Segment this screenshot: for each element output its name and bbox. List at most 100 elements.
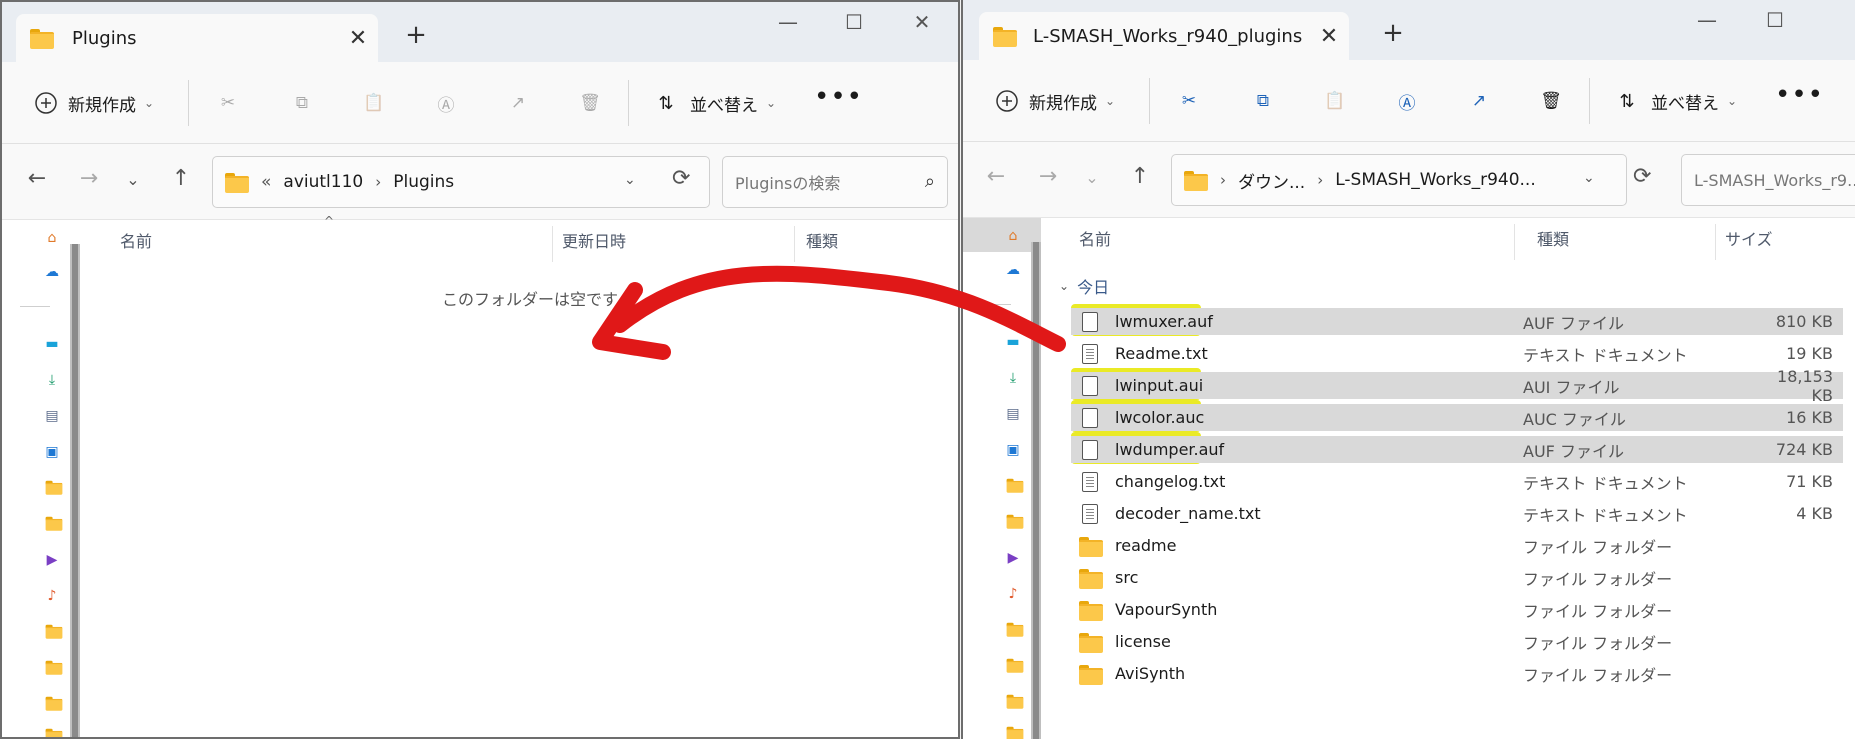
folder-icon[interactable] <box>1003 512 1024 532</box>
file-row[interactable]: lwdumper.auf AUF ファイル 724 KB <box>1071 436 1843 463</box>
column-header-type[interactable]: 種類 <box>806 220 946 260</box>
share-button[interactable]: ↗ <box>504 86 532 120</box>
address-bar[interactable]: › ダウン... › L-SMASH_Works_r940... <box>1171 154 1627 206</box>
onedrive-icon[interactable]: ☁ <box>42 262 62 282</box>
music-icon[interactable]: ♪ <box>42 586 62 606</box>
forward-button[interactable]: → <box>1031 164 1065 189</box>
column-header-size[interactable]: サイズ <box>1725 218 1845 258</box>
minimize-button[interactable]: — <box>760 10 816 34</box>
column-header-type[interactable]: 種類 <box>1537 218 1697 258</box>
column-divider[interactable] <box>1514 224 1515 260</box>
file-row[interactable]: src ファイル フォルダー <box>1071 564 1843 591</box>
downloads-icon[interactable]: ⤓ <box>1003 368 1023 388</box>
group-header-today[interactable]: ⌄ 今日 <box>1059 274 1109 298</box>
folder-icon[interactable] <box>42 694 63 714</box>
copy-button[interactable]: ⧉ <box>288 86 316 120</box>
breadcrumb-overflow[interactable]: « <box>261 172 271 192</box>
folder-icon[interactable] <box>42 478 63 498</box>
minimize-button[interactable]: — <box>1679 8 1735 32</box>
home-icon[interactable]: ⌂ <box>1003 226 1023 246</box>
sort-button[interactable]: ⇅ 並べ替え ⌄ <box>1613 84 1737 118</box>
maximize-button[interactable]: ☐ <box>1747 8 1803 32</box>
forward-button[interactable]: → <box>72 166 106 191</box>
recent-locations-button[interactable]: ⌄ <box>1075 168 1109 187</box>
column-divider[interactable] <box>794 226 795 262</box>
tab-plugins[interactable]: Plugins ✕ <box>16 14 378 62</box>
back-button[interactable]: ← <box>20 166 54 191</box>
tab-lsmash-works[interactable]: L-SMASH_Works_r940_plugins ✕ <box>979 12 1349 60</box>
more-options-button[interactable]: ••• <box>1775 78 1824 112</box>
navigation-scrollbar[interactable] <box>1031 242 1041 739</box>
refresh-button[interactable]: ⟳ <box>1633 164 1651 189</box>
new-button[interactable]: 新規作成 ⌄ <box>993 84 1115 118</box>
navigation-scrollbar[interactable] <box>70 244 80 737</box>
folder-icon[interactable] <box>42 658 63 678</box>
downloads-icon[interactable]: ⤓ <box>42 370 62 390</box>
file-row[interactable]: changelog.txt テキスト ドキュメント 71 KB <box>1071 468 1843 495</box>
folder-icon[interactable] <box>42 622 63 642</box>
close-window-button[interactable]: ✕ <box>894 10 950 34</box>
file-row[interactable]: Readme.txt テキスト ドキュメント 19 KB <box>1071 340 1843 367</box>
copy-button[interactable]: ⧉ <box>1249 84 1277 118</box>
folder-icon[interactable] <box>42 514 63 534</box>
close-tab-icon[interactable]: ✕ <box>338 26 378 51</box>
music-icon[interactable]: ♪ <box>1003 584 1023 604</box>
pictures-icon[interactable]: ▣ <box>1003 440 1023 460</box>
home-icon[interactable]: ⌂ <box>42 228 62 248</box>
delete-button[interactable]: 🗑 <box>1537 84 1565 118</box>
refresh-button[interactable]: ⟳ <box>672 166 690 191</box>
folder-icon[interactable] <box>1003 692 1024 712</box>
sort-button[interactable]: ⇅ 並べ替え ⌄ <box>652 86 776 120</box>
file-row[interactable]: decoder_name.txt テキスト ドキュメント 4 KB <box>1071 500 1843 527</box>
videos-icon[interactable]: ▶ <box>1003 548 1023 568</box>
share-button[interactable]: ↗ <box>1465 84 1493 118</box>
address-dropdown-icon[interactable]: ⌄ <box>624 172 636 188</box>
maximize-button[interactable]: ☐ <box>826 10 882 34</box>
search-input[interactable]: Pluginsの検索 ⌕ <box>722 156 948 208</box>
desktop-icon[interactable]: ▬ <box>1003 332 1023 352</box>
file-row[interactable]: license ファイル フォルダー <box>1071 628 1843 655</box>
column-divider[interactable] <box>552 226 553 262</box>
file-row[interactable]: VapourSynth ファイル フォルダー <box>1071 596 1843 623</box>
up-button[interactable]: ↑ <box>1123 164 1157 189</box>
desktop-icon[interactable]: ▬ <box>42 334 62 354</box>
delete-button[interactable]: 🗑 <box>576 86 604 120</box>
documents-icon[interactable]: ▤ <box>1003 404 1023 424</box>
back-button[interactable]: ← <box>979 164 1013 189</box>
up-button[interactable]: ↑ <box>164 166 198 191</box>
file-row[interactable]: lwmuxer.auf AUF ファイル 810 KB <box>1071 308 1843 335</box>
breadcrumb-lsmash[interactable]: L-SMASH_Works_r940... <box>1335 170 1536 190</box>
cut-button[interactable]: ✂ <box>1175 84 1203 118</box>
folder-icon[interactable] <box>1003 620 1024 640</box>
new-tab-button[interactable]: + <box>1373 18 1413 48</box>
folder-icon[interactable] <box>1003 724 1024 739</box>
breadcrumb-downloads[interactable]: ダウン... <box>1238 168 1305 193</box>
file-row[interactable]: readme ファイル フォルダー <box>1071 532 1843 559</box>
folder-icon[interactable] <box>1003 476 1024 496</box>
new-button[interactable]: 新規作成 ⌄ <box>32 86 154 120</box>
search-input[interactable]: L-SMASH_Works_r9... <box>1681 154 1855 206</box>
documents-icon[interactable]: ▤ <box>42 406 62 426</box>
recent-locations-button[interactable]: ⌄ <box>116 170 150 189</box>
rename-button[interactable]: Ⓐ <box>432 86 460 120</box>
rename-button[interactable]: Ⓐ <box>1393 84 1421 118</box>
paste-button[interactable]: 📋 <box>1321 84 1349 118</box>
column-header-name[interactable]: 名前 <box>1079 218 1471 258</box>
cut-button[interactable]: ✂ <box>214 86 242 120</box>
onedrive-icon[interactable]: ☁ <box>1003 260 1023 280</box>
pictures-icon[interactable]: ▣ <box>42 442 62 462</box>
column-header-date[interactable]: 更新日時 <box>562 220 792 260</box>
close-tab-icon[interactable]: ✕ <box>1309 24 1349 49</box>
file-row[interactable]: lwinput.aui AUI ファイル 18,153 KB <box>1071 367 1843 405</box>
column-header-name[interactable]: 名前 <box>120 220 550 260</box>
address-dropdown-icon[interactable]: ⌄ <box>1583 170 1595 186</box>
new-tab-button[interactable]: + <box>396 20 436 50</box>
file-row[interactable]: AviSynth ファイル フォルダー <box>1071 660 1843 687</box>
breadcrumb-plugins[interactable]: Plugins <box>393 172 454 192</box>
videos-icon[interactable]: ▶ <box>42 550 62 570</box>
folder-icon[interactable] <box>42 726 63 737</box>
paste-button[interactable]: 📋 <box>360 86 388 120</box>
file-row[interactable]: lwcolor.auc AUC ファイル 16 KB <box>1071 404 1843 431</box>
more-options-button[interactable]: ••• <box>814 80 863 114</box>
breadcrumb-aviutl110[interactable]: aviutl110 <box>283 172 363 192</box>
